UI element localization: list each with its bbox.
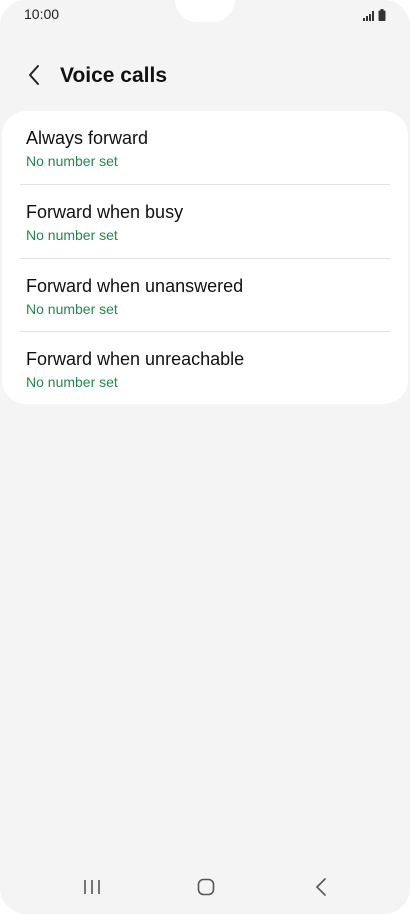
status-icons	[363, 8, 386, 26]
page-title: Voice calls	[60, 64, 168, 87]
home-button[interactable]	[192, 876, 220, 902]
status-time: 10:00	[24, 6, 60, 22]
navigation-bar	[0, 864, 410, 914]
item-title: Forward when busy	[26, 202, 184, 222]
item-title: Forward when unanswered	[26, 276, 244, 296]
recents-icon	[83, 879, 101, 900]
forward-when-busy-item[interactable]: Forward when busy No number set	[2, 185, 408, 258]
forward-when-unanswered-item[interactable]: Forward when unanswered No number set	[2, 259, 408, 332]
battery-icon	[378, 8, 386, 26]
home-icon	[197, 878, 215, 901]
back-icon	[315, 877, 327, 901]
always-forward-item[interactable]: Always forward No number set	[2, 111, 408, 184]
item-subtitle: No number set	[26, 374, 118, 390]
item-subtitle: No number set	[26, 227, 118, 243]
phone-screen: 10:00 Voice calls Always forward No numb…	[0, 0, 410, 914]
back-button[interactable]	[20, 63, 48, 91]
forwarding-options-card: Always forward No number set Forward whe…	[2, 111, 408, 404]
app-header: Voice calls	[0, 55, 410, 99]
forward-when-unreachable-item[interactable]: Forward when unreachable No number set	[2, 332, 408, 405]
recents-button[interactable]	[78, 876, 106, 902]
signal-icon	[363, 8, 375, 26]
status-bar: 10:00	[0, 0, 410, 30]
item-title: Forward when unreachable	[26, 349, 245, 369]
nav-back-button[interactable]	[307, 876, 335, 902]
item-subtitle: No number set	[26, 153, 118, 169]
chevron-left-icon	[27, 64, 41, 91]
item-subtitle: No number set	[26, 301, 118, 317]
item-title: Always forward	[26, 128, 149, 148]
